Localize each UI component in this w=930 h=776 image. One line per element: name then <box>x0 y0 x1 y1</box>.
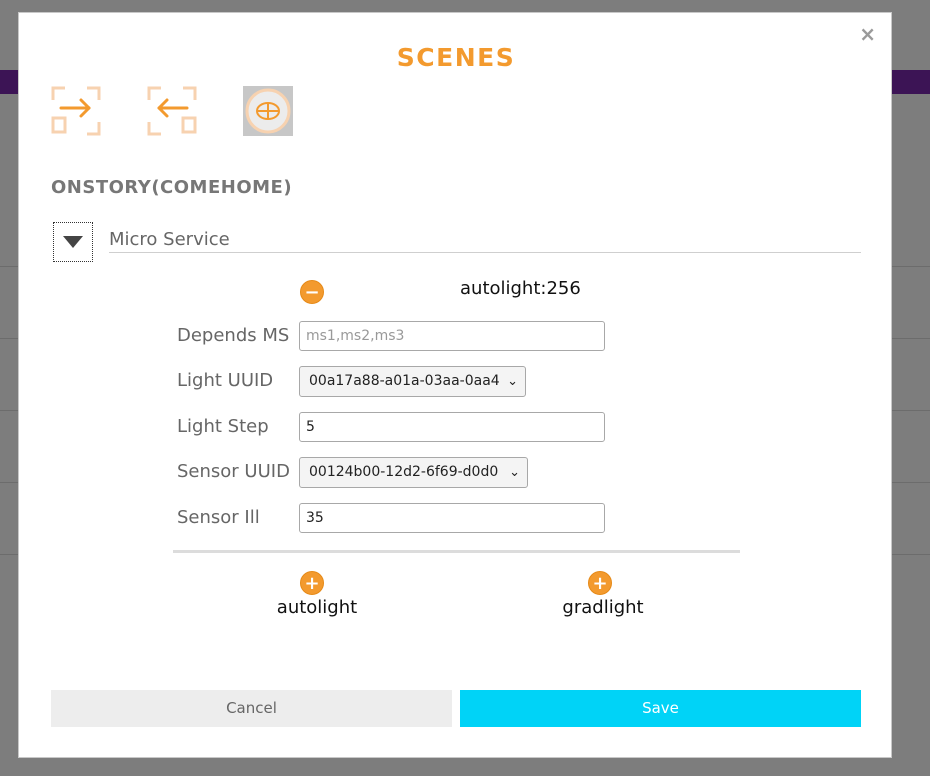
exit-icon[interactable] <box>147 86 197 136</box>
depends-ms-label: Depends MS <box>177 325 290 346</box>
close-button[interactable]: × <box>859 24 876 44</box>
collapse-toggle[interactable] <box>53 222 93 262</box>
save-button[interactable]: Save <box>460 690 861 727</box>
chevron-down-icon: ⌄ <box>507 374 518 389</box>
add-autolight-button[interactable]: + <box>300 571 324 595</box>
light-step-input[interactable] <box>299 412 605 442</box>
light-step-label: Light Step <box>177 416 269 437</box>
light-uuid-value: 00a17a88-a01a-03aa-0aa4 <box>309 373 500 389</box>
caret-down-icon <box>63 236 83 248</box>
light-uuid-select[interactable]: 00a17a88-a01a-03aa-0aa4 ⌄ <box>299 366 526 397</box>
sensor-ill-label: Sensor Ill <box>177 507 260 528</box>
scenes-modal: × SCENES ONSTORY(COMEHOME) Micro Service… <box>18 12 892 758</box>
add-gradlight-label[interactable]: gradlight <box>553 597 653 618</box>
add-gradlight-button[interactable]: + <box>588 571 612 595</box>
micro-service-header: autolight:256 <box>460 278 581 299</box>
sensor-uuid-value: 00124b00-12d2-6f69-d0d0 <box>309 464 499 480</box>
cancel-button[interactable]: Cancel <box>51 690 452 727</box>
scene-name: ONSTORY(COMEHOME) <box>51 177 293 198</box>
sensor-ill-input[interactable] <box>299 503 605 533</box>
modal-title: SCENES <box>396 43 516 72</box>
sensor-uuid-label: Sensor UUID <box>177 461 290 482</box>
scene-globe-icon[interactable] <box>243 86 293 136</box>
micro-service-label: Micro Service <box>109 229 861 253</box>
light-uuid-label: Light UUID <box>177 370 274 391</box>
sensor-uuid-select[interactable]: 00124b00-12d2-6f69-d0d0 ⌄ <box>299 457 528 488</box>
chevron-down-icon: ⌄ <box>509 465 520 480</box>
enter-icon[interactable] <box>51 86 101 136</box>
add-autolight-label[interactable]: autolight <box>267 597 367 618</box>
depends-ms-input[interactable] <box>299 321 605 351</box>
remove-service-button[interactable]: − <box>300 280 324 304</box>
section-divider <box>173 550 740 553</box>
